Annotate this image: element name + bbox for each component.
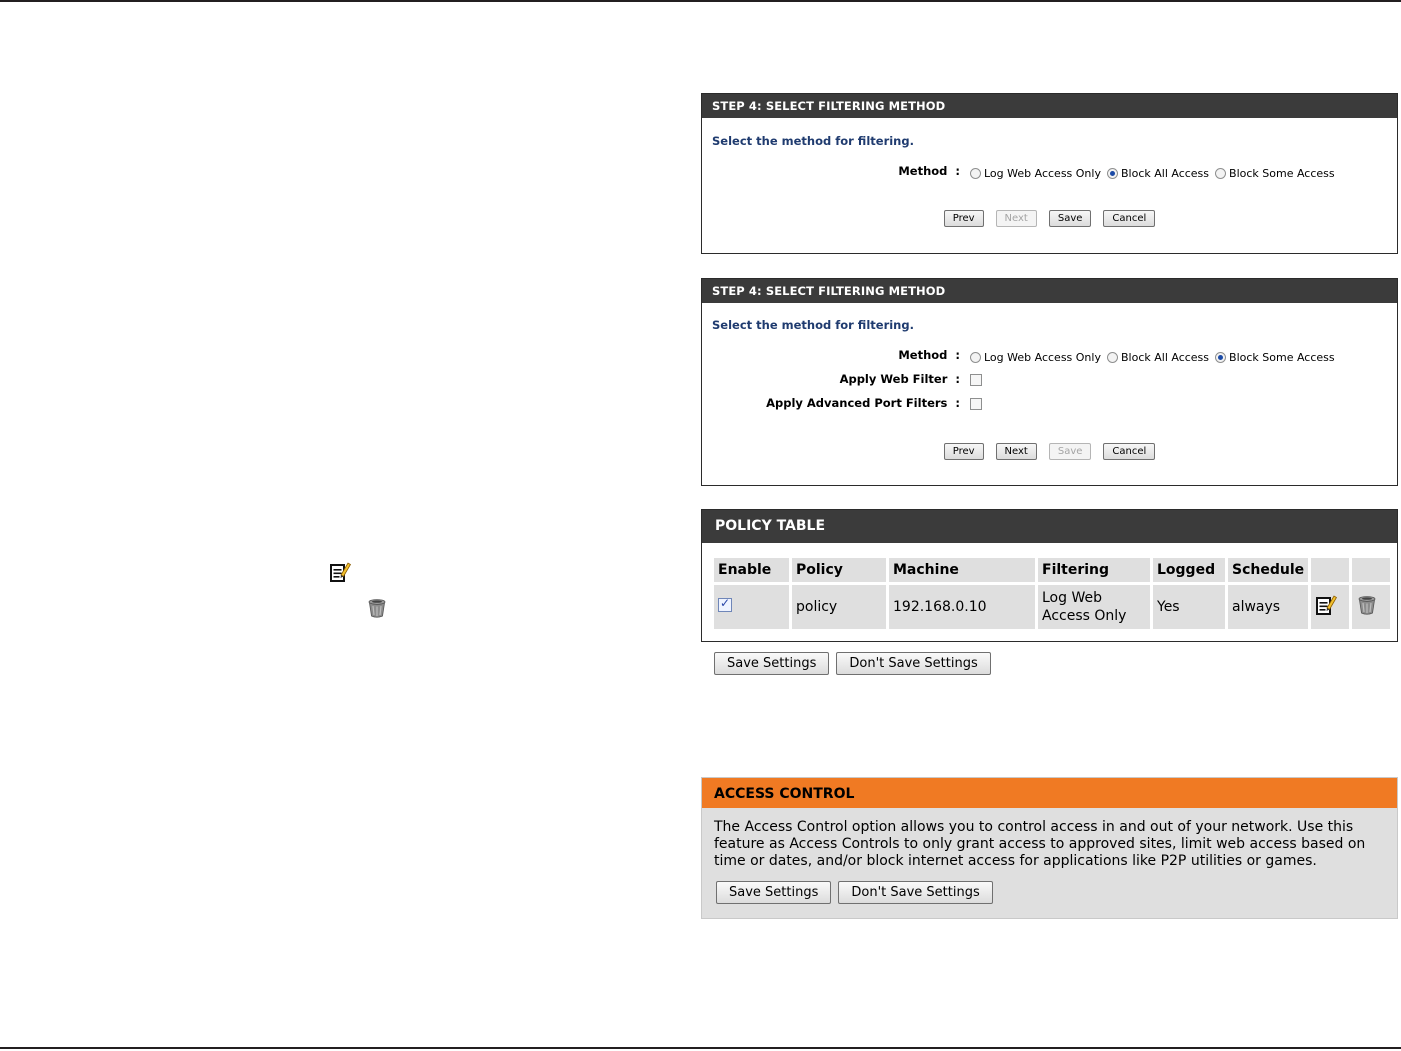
- policy-table: Enable Policy Machine Filtering Logged S…: [711, 555, 1393, 632]
- step4-panel-block-some: STEP 4: SELECT FILTERING METHOD Select t…: [701, 278, 1398, 486]
- policy-table-title: POLICY TABLE: [702, 510, 1397, 543]
- apply-web-filter-label: Apply Web Filter :: [839, 372, 960, 386]
- method-options: Log Web Access Only Block All Access Blo…: [970, 351, 1341, 364]
- method-label: Method :: [898, 164, 960, 178]
- panel-subtitle: Select the method for filtering.: [712, 318, 914, 332]
- col-logged: Logged: [1153, 558, 1225, 582]
- save-settings-button[interactable]: Save Settings: [714, 652, 830, 675]
- radio-label: Block All Access: [1120, 167, 1210, 180]
- radio-label: Block Some Access: [1229, 167, 1335, 180]
- panel-subtitle: Select the method for filtering.: [712, 134, 914, 148]
- dont-save-settings-button[interactable]: Don't Save Settings: [836, 652, 991, 675]
- table-header-row: Enable Policy Machine Filtering Logged S…: [714, 558, 1391, 582]
- method-label: Method :: [898, 348, 960, 362]
- cell-enable: [714, 585, 789, 629]
- dont-save-settings-button[interactable]: Don't Save Settings: [838, 881, 993, 904]
- cell-schedule: always: [1228, 585, 1309, 629]
- cell-policy: policy: [792, 585, 886, 629]
- method-row: Method : Log Web Access Only Block All A…: [702, 164, 1397, 182]
- apply-port-filters-label: Apply Advanced Port Filters :: [766, 396, 960, 410]
- next-button[interactable]: Next: [995, 443, 1037, 460]
- radio-log-web-access[interactable]: [970, 168, 981, 179]
- access-save-buttons: Save Settings Don't Save Settings: [716, 881, 993, 904]
- radio-label: Block Some Access: [1229, 351, 1335, 364]
- cancel-button[interactable]: Cancel: [1103, 210, 1156, 227]
- radio-block-some-access[interactable]: [1215, 352, 1227, 363]
- cell-delete: [1352, 585, 1391, 629]
- prev-button[interactable]: Prev: [943, 443, 984, 460]
- col-edit: [1311, 558, 1350, 582]
- cell-logged: Yes: [1153, 585, 1225, 629]
- col-policy: Policy: [792, 558, 886, 582]
- apply-port-filters-checkbox[interactable]: [970, 398, 982, 410]
- apply-web-filter-row: Apply Web Filter :: [702, 372, 1397, 390]
- apply-web-filter-checkbox[interactable]: [970, 374, 982, 386]
- panel-title: STEP 4: SELECT FILTERING METHOD: [702, 279, 1397, 303]
- radio-label: Log Web Access Only: [984, 167, 1101, 180]
- method-options: Log Web Access Only Block All Access Blo…: [970, 167, 1341, 180]
- edit-icon[interactable]: [1315, 604, 1337, 620]
- apply-port-filters-row: Apply Advanced Port Filters :: [702, 396, 1397, 414]
- prev-button[interactable]: Prev: [943, 210, 984, 227]
- table-row: policy 192.168.0.10 Log Web Access Only …: [714, 585, 1391, 629]
- col-delete: [1352, 558, 1391, 582]
- radio-label: Log Web Access Only: [984, 351, 1101, 364]
- button-row: Prev Next Save Cancel: [702, 443, 1397, 460]
- enable-checkbox[interactable]: [718, 596, 732, 612]
- button-row: Prev Next Save Cancel: [702, 210, 1397, 227]
- top-rule: [0, 0, 1401, 2]
- next-button[interactable]: Next: [995, 210, 1037, 227]
- access-control-description: The Access Control option allows you to …: [714, 819, 1366, 869]
- step4-panel-block-all: STEP 4: SELECT FILTERING METHOD Select t…: [701, 93, 1398, 254]
- col-schedule: Schedule: [1228, 558, 1309, 582]
- cell-machine: 192.168.0.10: [889, 585, 1035, 629]
- bottom-rule: [0, 1047, 1401, 1049]
- cell-filtering: Log Web Access Only: [1038, 585, 1150, 629]
- col-filtering: Filtering: [1038, 558, 1150, 582]
- save-button[interactable]: Save: [1048, 210, 1092, 227]
- panel-title: STEP 4: SELECT FILTERING METHOD: [702, 94, 1397, 118]
- radio-block-all-access[interactable]: [1106, 352, 1118, 363]
- col-enable: Enable: [714, 558, 789, 582]
- radio-label: Block All Access: [1120, 351, 1210, 364]
- method-row: Method : Log Web Access Only Block All A…: [702, 348, 1397, 366]
- policy-table-panel: POLICY TABLE Enable Policy Machine Filte…: [701, 509, 1398, 642]
- policy-save-buttons: Save Settings Don't Save Settings: [714, 652, 991, 675]
- radio-block-some-access[interactable]: [1215, 168, 1227, 179]
- cancel-button[interactable]: Cancel: [1103, 443, 1156, 460]
- radio-log-web-access[interactable]: [970, 352, 981, 363]
- trash-icon[interactable]: [1356, 604, 1378, 620]
- access-control-panel: ACCESS CONTROL The Access Control option…: [701, 777, 1398, 919]
- cell-edit: [1311, 585, 1350, 629]
- radio-block-all-access[interactable]: [1106, 168, 1118, 179]
- save-button[interactable]: Save: [1048, 443, 1092, 460]
- access-control-title: ACCESS CONTROL: [702, 778, 1397, 808]
- save-settings-button[interactable]: Save Settings: [716, 881, 832, 904]
- col-machine: Machine: [889, 558, 1035, 582]
- edit-icon: [329, 561, 351, 587]
- trash-icon: [366, 597, 388, 623]
